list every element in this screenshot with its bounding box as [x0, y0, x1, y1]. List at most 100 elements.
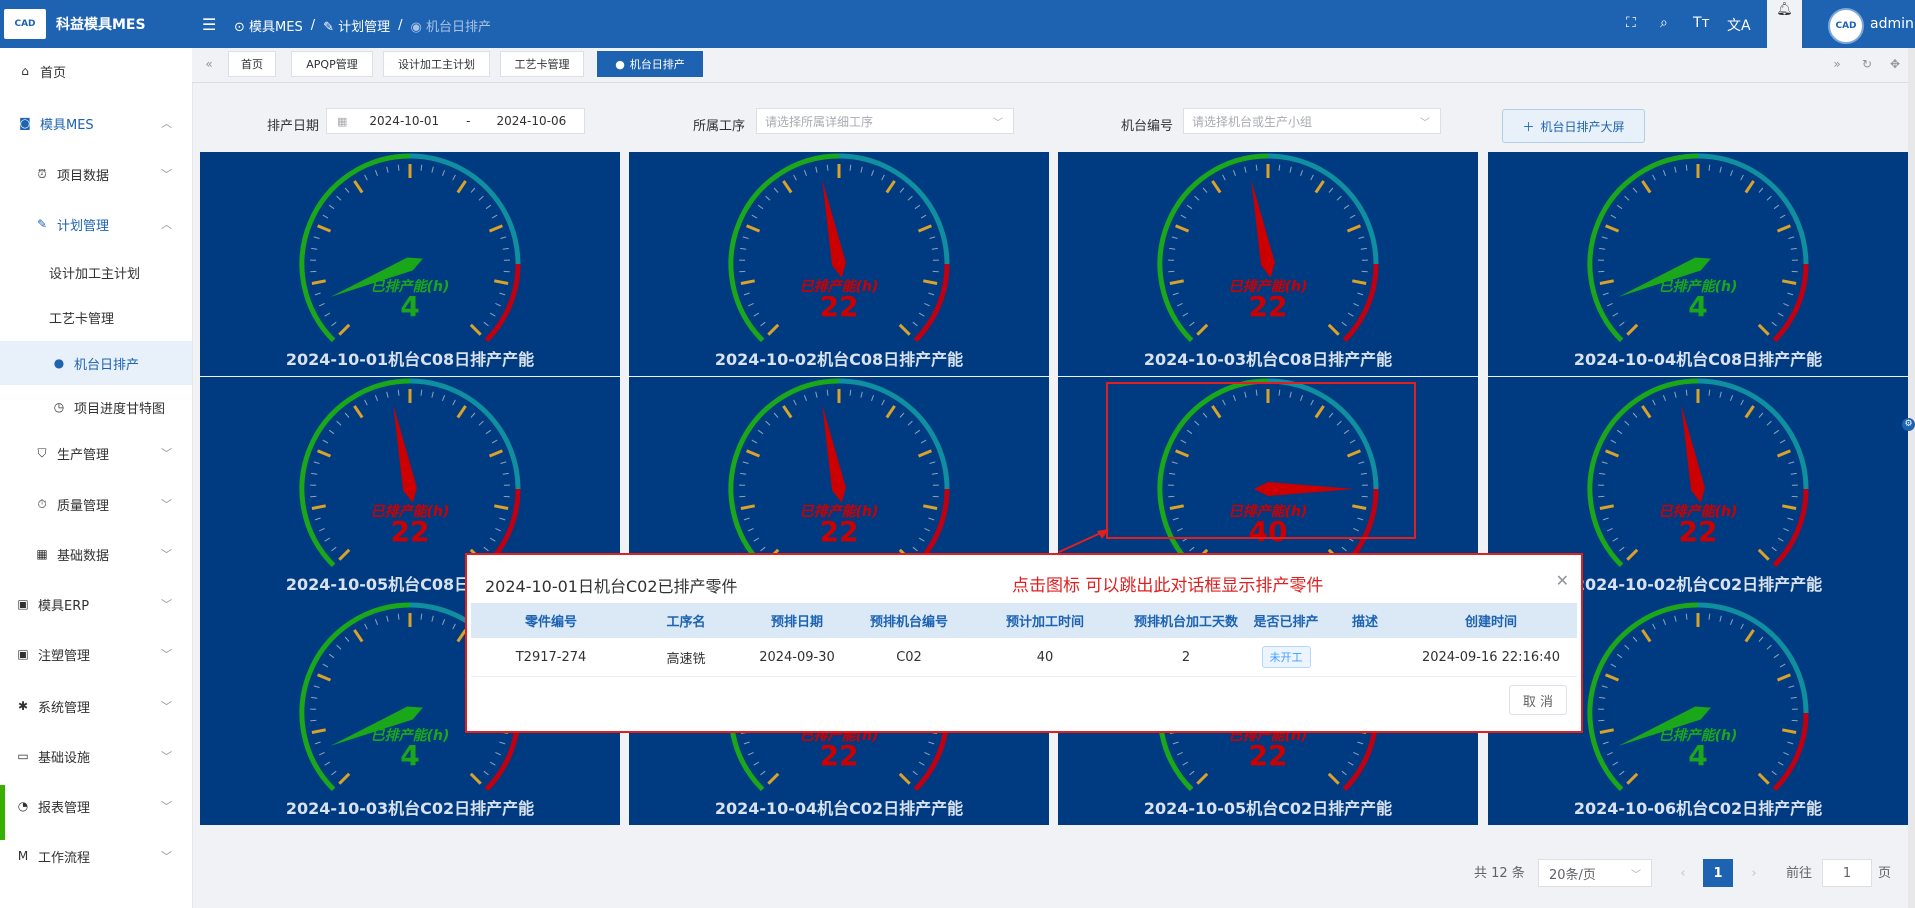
font-size-icon[interactable]: Tт	[1693, 15, 1710, 31]
date-range-picker[interactable]: ▦ 2024-10-01 - 2024-10-06	[326, 108, 585, 134]
gauge-value: 22	[390, 515, 430, 548]
sidebar-item-machine-daily[interactable]: ● 机台日排产	[0, 341, 192, 385]
sidebar-item-design-plan[interactable]: 设计加工主计划	[0, 250, 192, 294]
process-select[interactable]: 请选择所属详细工序 ﹀	[756, 108, 1014, 134]
sidebar-item-process-card[interactable]: 工艺卡管理	[0, 295, 192, 339]
highlight-box	[1106, 382, 1416, 539]
tab-scroll-left-icon[interactable]: «	[198, 53, 220, 75]
gauge-caption: 2024-10-01机台C08日排产产能	[285, 350, 535, 369]
logo-image: CAD	[4, 9, 46, 39]
gauge-needle	[822, 404, 846, 503]
gauge-caption: 2024-10-02机台C08日排产产能	[714, 350, 964, 369]
table-cell: 2	[1181, 649, 1191, 665]
gauge-caption: 2024-10-03机台C02日排产产能	[285, 799, 535, 818]
page-suffix: 页	[1878, 866, 1892, 881]
gauge-card[interactable]: 已排产能(h) 22 2024-10-02机台C08日排产产能	[629, 152, 1049, 376]
sidebar-item-erp[interactable]: ▣ 模具ERP ﹀	[0, 582, 192, 626]
sidebar-item-infrastructure[interactable]: ▭ 基础设施 ﹀	[0, 734, 192, 778]
sidebar-item-production[interactable]: ⛉ 生产管理 ﹀	[0, 431, 192, 475]
tab-scroll-right-icon[interactable]: »	[1826, 53, 1848, 75]
avatar[interactable]: CAD	[1828, 8, 1864, 44]
sidebar-item-system[interactable]: ✱ 系统管理 ﹀	[0, 684, 192, 728]
tab-apqp[interactable]: APQP管理	[291, 51, 373, 77]
tab-design-plan[interactable]: 设计加工主计划	[383, 51, 490, 77]
user-icon: ●	[53, 356, 65, 370]
calendar-icon: ▦	[337, 114, 348, 128]
settings-float-icon[interactable]: ⚙	[1902, 418, 1915, 431]
breadcrumb: ⊙ 模具MES / ✎ 计划管理 / ◉ 机台日排产	[234, 16, 492, 35]
process-label: 所属工序	[693, 119, 746, 134]
camera-icon: ◙	[19, 116, 31, 130]
gauge-svg	[728, 153, 950, 343]
close-icon[interactable]: ✕	[1556, 571, 1569, 590]
sidebar-item-injection[interactable]: ▣ 注塑管理 ﹀	[0, 632, 192, 676]
chevron-down-icon: ﹀	[161, 447, 172, 460]
sidebar-item-workflow[interactable]: M 工作流程 ﹀	[0, 834, 192, 878]
chevron-down-icon: ﹀	[993, 117, 1003, 129]
chevron-down-icon: ﹀	[161, 750, 172, 763]
chevron-down-icon: ﹀	[1631, 869, 1641, 881]
process-placeholder: 请选择所属详细工序	[765, 114, 874, 129]
tab-home[interactable]: 首页	[228, 51, 276, 77]
gauge-value: 22	[1248, 290, 1288, 323]
hamburger-icon[interactable]: ☰	[202, 15, 216, 34]
gauge-card[interactable]: 已排产能(h) 22 2024-10-03机台C08日排产产能	[1058, 152, 1478, 376]
page-1-button[interactable]: 1	[1703, 859, 1733, 887]
cancel-button[interactable]: 取 消	[1509, 685, 1567, 715]
gauge-value: 22	[819, 739, 859, 772]
user-name[interactable]: admin	[1870, 16, 1914, 32]
sidebar-item-plan[interactable]: ✎ 计划管理 ︿	[0, 202, 192, 246]
vertical-scrollbar[interactable]	[1908, 48, 1915, 908]
breadcrumb-item-2[interactable]: ✎ 计划管理	[323, 16, 390, 35]
chevron-up-icon: ︿	[161, 117, 172, 130]
plus-icon: ＋	[1522, 119, 1535, 134]
sidebar-item-base-data[interactable]: ▦ 基础数据 ﹀	[0, 532, 192, 576]
tab-process-card[interactable]: 工艺卡管理	[500, 51, 584, 77]
status-indicator	[0, 785, 5, 840]
stopwatch-icon: ⏱︎	[37, 496, 47, 511]
notification-area[interactable]: 🔔︎	[1767, 0, 1802, 48]
app-title: 科益模具MES	[56, 17, 146, 33]
chevron-up-icon: ︿	[161, 218, 172, 231]
chevron-down-icon: ﹀	[161, 548, 172, 561]
gauge-card[interactable]: 已排产能(h) 4 2024-10-04机台C08日排产产能	[1488, 152, 1908, 376]
sidebar-item-gantt[interactable]: ◷ 项目进度甘特图	[0, 385, 192, 429]
machine-select[interactable]: 请选择机台或生产小组 ﹀	[1183, 108, 1441, 134]
cart-icon: ⛉	[37, 445, 47, 460]
breadcrumb-item-1[interactable]: ⊙ 模具MES	[234, 16, 303, 35]
expand-icon[interactable]: ✥	[1884, 53, 1906, 75]
page-size-select[interactable]: 20条/页 ﹀	[1538, 859, 1652, 887]
column-header: 工序名	[666, 615, 706, 630]
gauge-value: 4	[400, 290, 420, 323]
user-icon: ●	[615, 57, 625, 71]
table-cell: 2024-09-16 22:16:40	[1421, 649, 1561, 665]
language-icon[interactable]: 文A	[1727, 15, 1751, 35]
fullscreen-icon[interactable]: ⛶	[1626, 15, 1636, 31]
gear-icon: ✱	[17, 699, 29, 713]
date-separator: -	[466, 114, 471, 128]
gauge-caption: 2024-10-04机台C02日排产产能	[714, 799, 964, 818]
refresh-icon[interactable]: ↻	[1856, 53, 1878, 75]
sidebar-item-mes[interactable]: ◙ 模具MES ︿	[0, 101, 192, 145]
big-screen-button[interactable]: ＋机台日排产大屏	[1502, 109, 1645, 143]
gauge-value: 4	[1688, 290, 1708, 323]
goto-page-input[interactable]: 1	[1822, 859, 1872, 887]
sidebar-item-quality[interactable]: ⏱︎ 质量管理 ﹀	[0, 482, 192, 526]
prev-page-button[interactable]: ‹	[1668, 859, 1698, 887]
sidebar-item-project-data[interactable]: ⏰︎ 项目数据 ﹀	[0, 152, 192, 196]
search-icon[interactable]: ⌕	[1660, 15, 1668, 31]
chevron-down-icon: ﹀	[161, 598, 172, 611]
gauge-caption: 2024-10-03机台C08日排产产能	[1143, 350, 1393, 369]
sidebar-item-reports[interactable]: ◔ 报表管理 ﹀	[0, 784, 192, 828]
column-header: 零件编号	[524, 615, 577, 630]
next-page-button[interactable]: ›	[1739, 859, 1769, 887]
column-header: 是否已排产	[1253, 615, 1319, 630]
column-header: 描述	[1351, 615, 1378, 630]
bell-icon[interactable]: 🔔︎	[1776, 2, 1793, 48]
gauge-svg	[299, 153, 521, 343]
sidebar-item-home[interactable]: ⌂ 首页	[0, 49, 192, 93]
gauge-card[interactable]: 已排产能(h) 4 2024-10-01机台C08日排产产能	[200, 152, 620, 376]
tab-machine-daily[interactable]: ● 机台日排产	[597, 51, 703, 77]
table-row[interactable]: T2917-274 高速铣 2024-09-30 C02 40 2 未开工 2024-09-1…	[471, 638, 1577, 677]
pie-icon: ◔	[17, 799, 29, 813]
